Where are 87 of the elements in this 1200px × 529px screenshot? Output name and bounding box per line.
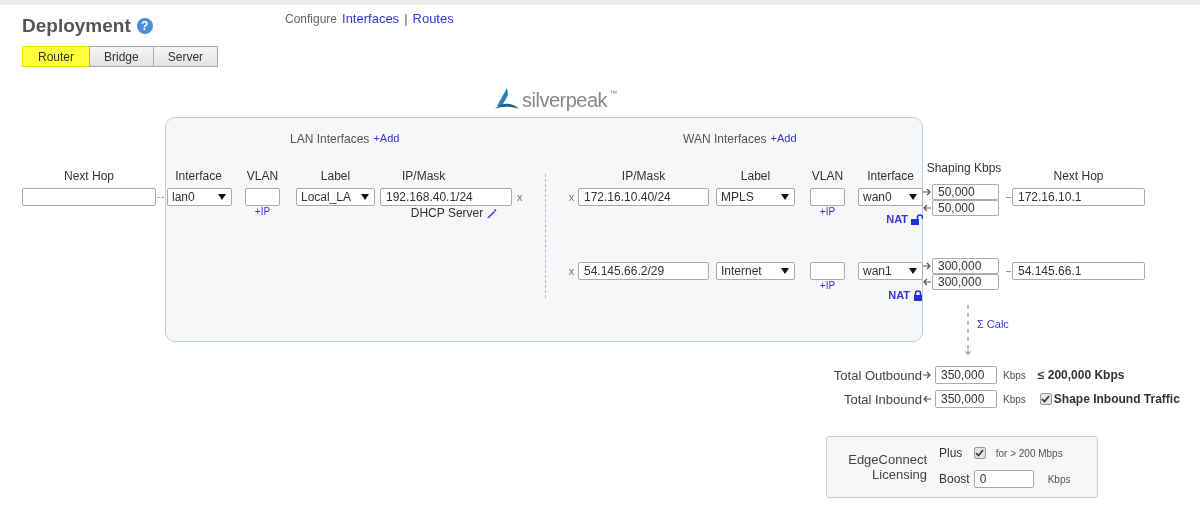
add-ip-link[interactable]: +IP — [819, 280, 836, 291]
unit-label: Kbps — [1003, 393, 1026, 405]
column-header: Label — [320, 169, 351, 185]
column-header: Next Hop — [64, 169, 114, 185]
trademark-sign: ™ — [609, 89, 618, 98]
outbound-shaping-field[interactable]: 300,000 — [932, 258, 999, 274]
column-header: Interface — [175, 169, 222, 185]
inbound-shaping-field[interactable]: 50,000 — [932, 200, 999, 216]
check-icon — [1041, 395, 1051, 403]
vlan-field[interactable] — [810, 262, 845, 280]
column-header: Shaping Kbps — [926, 160, 1002, 177]
ip-mask-field[interactable]: 54.145.66.2/29 — [578, 262, 709, 280]
licensing-title: EdgeConnect Licensing — [847, 452, 927, 482]
plus-label: Plus — [939, 446, 964, 460]
section-title: WAN Interfaces — [683, 131, 767, 146]
nat-link[interactable]: NAT — [888, 289, 923, 301]
interface-dropdown[interactable]: wan0 — [858, 188, 923, 206]
mode-tab[interactable]: Server — [152, 46, 219, 67]
remove-link[interactable]: x — [568, 191, 575, 203]
add-ip-link[interactable]: +IP — [819, 206, 836, 217]
page-title: Deployment — [22, 15, 131, 37]
interface-dropdown[interactable]: lan0 — [167, 188, 232, 206]
down-arrow-icon — [964, 305, 972, 355]
add-link[interactable]: +Add — [770, 131, 797, 146]
checkbox-label: Shape Inbound Traffic — [1053, 392, 1180, 406]
section-title: LAN Interfaces — [290, 131, 370, 146]
column-header: VLAN — [811, 169, 844, 185]
total-field[interactable]: 350,000 — [935, 390, 997, 408]
total-label: Total Outbound — [833, 367, 922, 383]
column-header: Label — [740, 169, 771, 185]
dhcp-server-label: DHCP Server — [410, 206, 484, 220]
caret-icon — [781, 268, 789, 274]
boost-label: Boost — [939, 472, 970, 486]
add-ip-link[interactable]: +IP — [254, 206, 271, 217]
checkbox[interactable] — [1039, 393, 1052, 405]
right-arrow-icon — [923, 188, 931, 196]
nav-link[interactable]: Interfaces — [342, 11, 400, 26]
nat-link[interactable]: NAT — [886, 213, 923, 225]
remove-link[interactable]: x — [568, 265, 575, 277]
nav-link[interactable]: Routes — [412, 11, 454, 26]
unit-label: Kbps — [1047, 473, 1071, 485]
left-arrow-icon — [923, 204, 931, 212]
plus-note: for > 200 Mbps — [995, 447, 1063, 459]
caret-icon — [361, 194, 369, 200]
add-link[interactable]: +Add — [373, 131, 400, 146]
separator: | — [404, 11, 408, 26]
caret-icon — [218, 194, 226, 200]
configure-label: Configure — [285, 11, 338, 26]
logo-text: silverpeak — [522, 89, 608, 111]
caret-icon — [909, 268, 917, 274]
label-dropdown[interactable]: Internet — [716, 262, 795, 280]
ip-mask-field[interactable]: 192.168.40.1/24 — [380, 188, 512, 206]
column-header: Interface — [867, 169, 914, 185]
total-field[interactable]: 350,000 — [935, 366, 997, 384]
next-hop-field[interactable] — [22, 188, 156, 206]
vlan-field[interactable] — [810, 188, 845, 206]
column-header: VLAN — [246, 169, 279, 185]
inbound-shaping-field[interactable]: 300,000 — [932, 274, 999, 290]
vlan-field[interactable] — [245, 188, 280, 206]
label-dropdown[interactable]: MPLS — [716, 188, 795, 206]
left-arrow-icon — [923, 278, 931, 286]
label-dropdown[interactable]: Local_LA — [296, 188, 375, 206]
limit-label: ≤ 200,000 Kbps — [1037, 368, 1125, 382]
column-header: Next Hop — [1053, 169, 1104, 185]
column-header: IP/Mask — [402, 169, 446, 185]
unit-label: Kbps — [1003, 369, 1026, 381]
caret-icon — [781, 194, 789, 200]
remove-link[interactable]: x — [517, 191, 523, 203]
next-hop-field[interactable]: 172.16.10.1 — [1012, 188, 1145, 206]
boost-field[interactable]: 0 — [973, 470, 1034, 488]
check-icon — [975, 449, 985, 457]
pencil-icon[interactable] — [486, 207, 498, 219]
outbound-shaping-field[interactable]: 50,000 — [932, 184, 999, 200]
mode-tab[interactable]: Router — [22, 46, 91, 67]
right-arrow-icon — [923, 262, 931, 270]
right-arrow-icon — [923, 371, 931, 379]
next-hop-field[interactable]: 54.145.66.1 — [1012, 262, 1145, 280]
caret-icon — [909, 194, 917, 200]
logo-icon — [494, 87, 520, 111]
mode-tab[interactable]: Bridge — [89, 46, 154, 67]
column-header: IP/Mask — [621, 169, 666, 185]
interface-dropdown[interactable]: wan1 — [858, 262, 923, 280]
left-arrow-icon — [923, 395, 931, 403]
total-label: Total Inbound — [843, 391, 922, 407]
ip-mask-field[interactable]: 172.16.10.40/24 — [578, 188, 709, 206]
calc-link[interactable]: Σ Calc — [977, 318, 1012, 330]
checkbox[interactable] — [973, 447, 986, 459]
